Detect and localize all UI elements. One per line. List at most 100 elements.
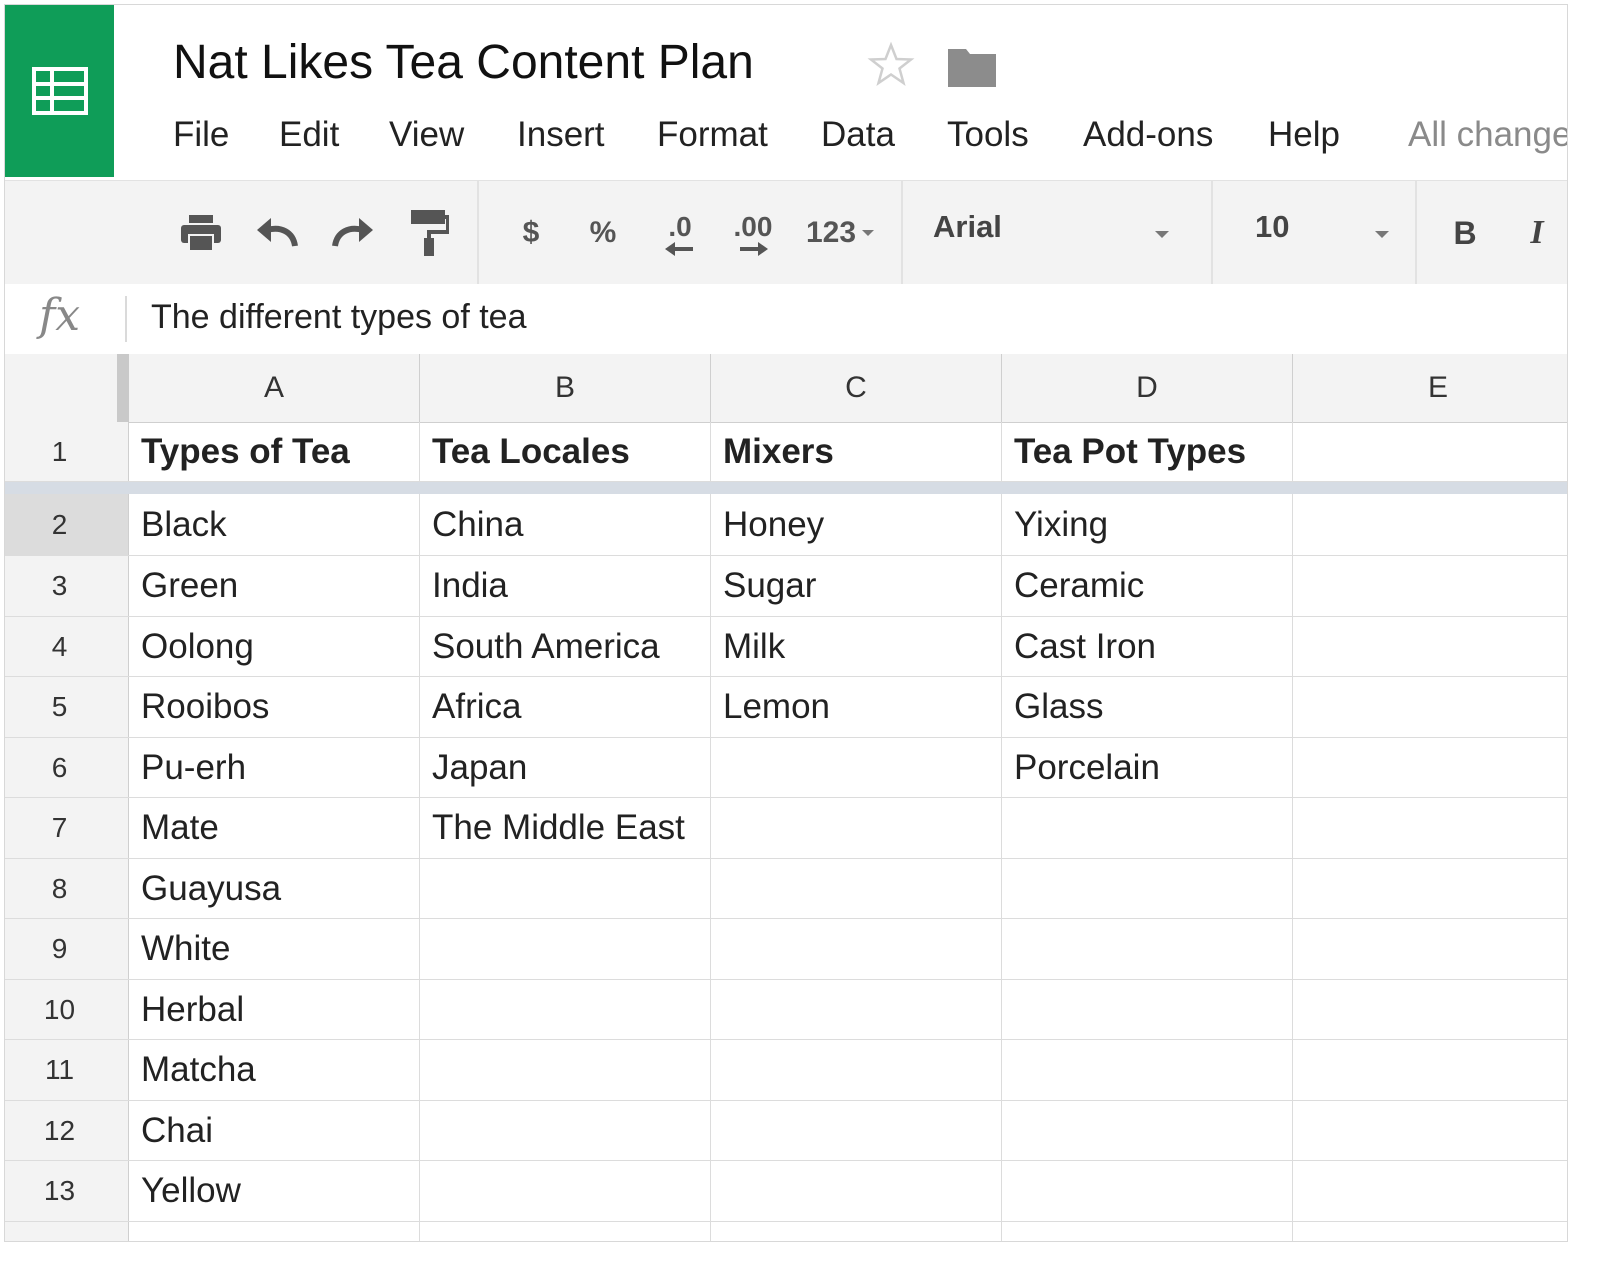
cell-e11[interactable]: [1293, 1040, 1567, 1100]
cell-b10[interactable]: [420, 980, 711, 1039]
redo-button[interactable]: [329, 209, 377, 257]
cell-b7[interactable]: The Middle East: [420, 798, 711, 858]
cell-c13[interactable]: [711, 1161, 1002, 1221]
menu-addons[interactable]: Add-ons: [1083, 115, 1213, 155]
menu-data[interactable]: Data: [821, 115, 895, 155]
cell-c12[interactable]: [711, 1101, 1002, 1160]
cell-b1[interactable]: Tea Locales: [420, 422, 711, 481]
formula-input[interactable]: [151, 298, 1531, 337]
cell-e7[interactable]: [1293, 798, 1567, 858]
menu-insert[interactable]: Insert: [517, 115, 605, 155]
freeze-row-handle[interactable]: [5, 482, 1567, 494]
cell-b8[interactable]: [420, 859, 711, 918]
bold-button[interactable]: B: [1445, 209, 1485, 257]
italic-button[interactable]: I: [1517, 209, 1557, 257]
cell-b11[interactable]: [420, 1040, 711, 1100]
menu-tools[interactable]: Tools: [947, 115, 1029, 155]
cell-d4[interactable]: Cast Iron: [1002, 617, 1293, 676]
cell-e9[interactable]: [1293, 919, 1567, 979]
print-button[interactable]: [177, 209, 225, 257]
row-header[interactable]: 7: [5, 798, 129, 858]
cell-a8[interactable]: Guayusa: [129, 859, 420, 918]
cell-a11[interactable]: Matcha: [129, 1040, 420, 1100]
percent-format-button[interactable]: %: [583, 209, 623, 257]
font-size-select[interactable]: 10: [1255, 209, 1289, 245]
cell-d3[interactable]: Ceramic: [1002, 556, 1293, 616]
cell-e5[interactable]: [1293, 677, 1567, 737]
cell-d9[interactable]: [1002, 919, 1293, 979]
cell[interactable]: [1293, 1222, 1567, 1241]
cell-d11[interactable]: [1002, 1040, 1293, 1100]
cell-b3[interactable]: India: [420, 556, 711, 616]
decrease-decimal-button[interactable]: .0: [655, 205, 705, 263]
cell-b13[interactable]: [420, 1161, 711, 1221]
cell-d8[interactable]: [1002, 859, 1293, 918]
cell-a10[interactable]: Herbal: [129, 980, 420, 1039]
cell-c11[interactable]: [711, 1040, 1002, 1100]
cell-c1[interactable]: Mixers: [711, 422, 1002, 481]
font-dropdown-chevron-icon[interactable]: [1155, 231, 1169, 238]
cell-e10[interactable]: [1293, 980, 1567, 1039]
cell[interactable]: [420, 1222, 711, 1241]
row-header[interactable]: 2: [5, 494, 129, 555]
cell-d10[interactable]: [1002, 980, 1293, 1039]
row-header[interactable]: 5: [5, 677, 129, 737]
row-header[interactable]: [5, 1222, 129, 1241]
cell-e1[interactable]: [1293, 422, 1567, 481]
cell-e2[interactable]: [1293, 494, 1567, 555]
row-header[interactable]: 12: [5, 1101, 129, 1160]
row-header[interactable]: 9: [5, 919, 129, 979]
cell-d6[interactable]: Porcelain: [1002, 738, 1293, 797]
column-header-d[interactable]: D: [1002, 354, 1293, 422]
cell-c2[interactable]: Honey: [711, 494, 1002, 555]
cell-a13[interactable]: Yellow: [129, 1161, 420, 1221]
column-header-a[interactable]: A: [129, 354, 420, 422]
row-header[interactable]: 8: [5, 859, 129, 918]
cell-c7[interactable]: [711, 798, 1002, 858]
cell-c4[interactable]: Milk: [711, 617, 1002, 676]
cell-c8[interactable]: [711, 859, 1002, 918]
cell-e12[interactable]: [1293, 1101, 1567, 1160]
cell-c3[interactable]: Sugar: [711, 556, 1002, 616]
cell-a6[interactable]: Pu-erh: [129, 738, 420, 797]
cell-e8[interactable]: [1293, 859, 1567, 918]
menu-file[interactable]: File: [173, 115, 229, 155]
column-header-b[interactable]: B: [420, 354, 711, 422]
paint-format-button[interactable]: [405, 207, 453, 259]
currency-format-button[interactable]: $: [513, 209, 549, 257]
cell-b2[interactable]: China: [420, 494, 711, 555]
cell-b6[interactable]: Japan: [420, 738, 711, 797]
select-all-corner[interactable]: [5, 354, 117, 422]
cell-e3[interactable]: [1293, 556, 1567, 616]
cell-c6[interactable]: [711, 738, 1002, 797]
sheets-logo[interactable]: [5, 5, 114, 177]
cell-d13[interactable]: [1002, 1161, 1293, 1221]
column-header-e[interactable]: E: [1293, 354, 1567, 422]
cell-b12[interactable]: [420, 1101, 711, 1160]
cell-a9[interactable]: White: [129, 919, 420, 979]
cell-c9[interactable]: [711, 919, 1002, 979]
menu-format[interactable]: Format: [657, 115, 768, 155]
row-header[interactable]: 11: [5, 1040, 129, 1100]
cell-b4[interactable]: South America: [420, 617, 711, 676]
size-dropdown-chevron-icon[interactable]: [1375, 231, 1389, 238]
more-formats-button[interactable]: 123: [795, 209, 885, 257]
cell[interactable]: [711, 1222, 1002, 1241]
font-family-select[interactable]: Arial: [933, 209, 1002, 245]
cell[interactable]: [129, 1222, 420, 1241]
cell-a1[interactable]: Types of Tea: [129, 422, 420, 481]
document-title[interactable]: Nat Likes Tea Content Plan: [173, 35, 754, 90]
cell-e6[interactable]: [1293, 738, 1567, 797]
cell-a2[interactable]: Black: [129, 494, 420, 555]
cell-a4[interactable]: Oolong: [129, 617, 420, 676]
cell-d7[interactable]: [1002, 798, 1293, 858]
cell-e4[interactable]: [1293, 617, 1567, 676]
folder-icon[interactable]: [946, 45, 998, 89]
cell-d1[interactable]: Tea Pot Types: [1002, 422, 1293, 481]
cell[interactable]: [1002, 1222, 1293, 1241]
cell-a5[interactable]: Rooibos: [129, 677, 420, 737]
column-header-c[interactable]: C: [711, 354, 1002, 422]
cell-e13[interactable]: [1293, 1161, 1567, 1221]
cell-b5[interactable]: Africa: [420, 677, 711, 737]
cell-d5[interactable]: Glass: [1002, 677, 1293, 737]
